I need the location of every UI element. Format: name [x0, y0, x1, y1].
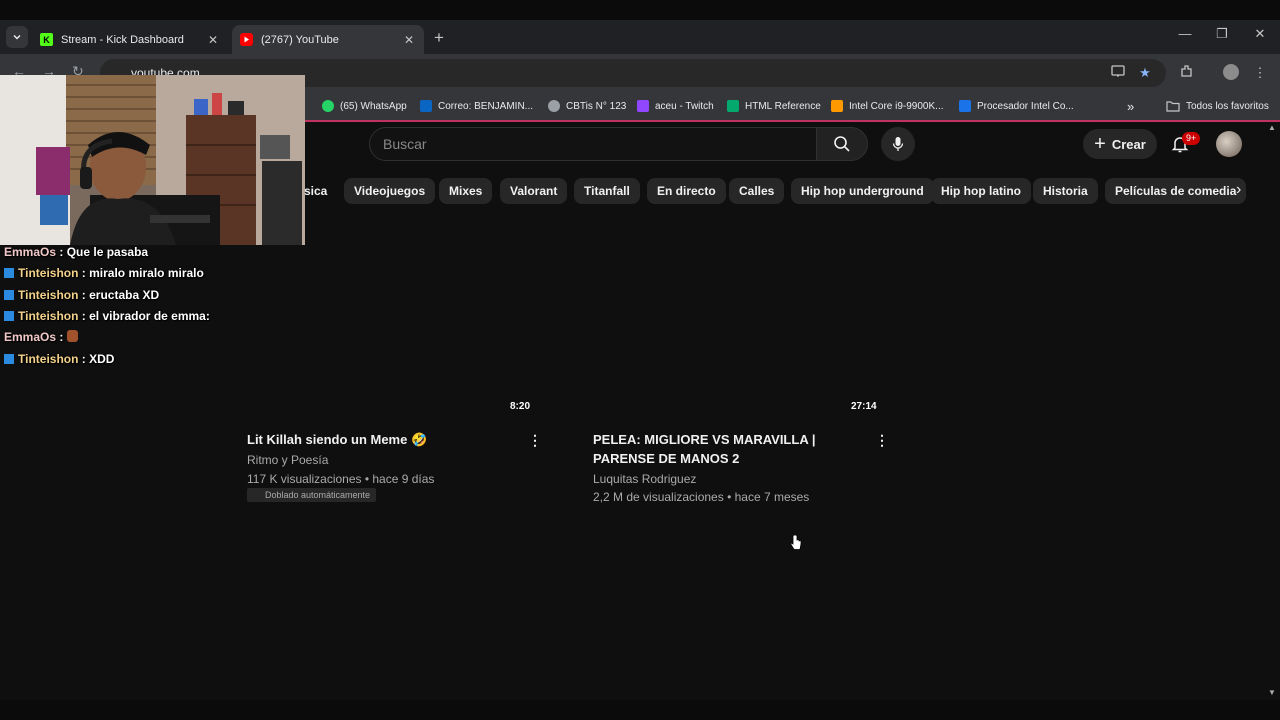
- scroll-up-arrow-icon[interactable]: ▲: [1268, 123, 1276, 132]
- chip-hip-hop-underground[interactable]: Hip hop underground: [791, 178, 934, 204]
- chat-username: Tinteishon: [18, 288, 79, 302]
- chevron-down-icon: [13, 34, 21, 40]
- search-icon: [834, 136, 850, 152]
- new-tab-button[interactable]: +: [434, 28, 444, 48]
- more-options-icon[interactable]: ⋮: [875, 432, 889, 449]
- chip-calles[interactable]: Calles: [729, 178, 785, 204]
- subscriber-badge-icon: [4, 354, 14, 364]
- search-input[interactable]: [369, 127, 817, 161]
- chat-message: EmmaOs :: [4, 330, 78, 344]
- more-options-icon[interactable]: ⋮: [528, 432, 542, 449]
- chat-username: EmmaOs: [4, 330, 57, 344]
- video-title-line[interactable]: PARENSE DE MANOS 2: [593, 449, 739, 468]
- notification-badge: 9+: [1182, 132, 1201, 145]
- scroll-down-arrow-icon[interactable]: ▼: [1268, 688, 1276, 697]
- tab-youtube[interactable]: (2767) YouTube ✕: [232, 25, 424, 54]
- whatsapp-icon: [322, 100, 334, 112]
- globe-icon: [548, 100, 560, 112]
- voice-search-button[interactable]: [881, 127, 915, 161]
- webcam-feed-image: [0, 75, 305, 245]
- outlook-icon: [420, 100, 432, 112]
- chip-mixes[interactable]: Mixes: [439, 178, 493, 204]
- bookmark-twitch[interactable]: aceu - Twitch: [637, 97, 714, 115]
- bookmark-procesador[interactable]: Procesador Intel Co...: [959, 97, 1074, 115]
- chat-text: XDD: [89, 352, 115, 366]
- video-duration: 8:20: [506, 398, 535, 415]
- close-window-button[interactable]: ✕: [1250, 26, 1270, 42]
- restore-button[interactable]: ❐: [1212, 26, 1232, 42]
- amazon-icon: [831, 100, 843, 112]
- chip-en-directo[interactable]: En directo: [647, 178, 726, 204]
- bookmark-whatsapp[interactable]: (65) WhatsApp: [322, 97, 407, 115]
- video-title[interactable]: Lit Killah siendo un Meme 🤣: [247, 430, 427, 449]
- chat-text: miralo miralo miralo: [89, 266, 204, 280]
- chat-text: el vibrador de emma:: [89, 309, 210, 323]
- subscriber-badge-icon: [4, 268, 14, 278]
- chat-username: Tinteishon: [18, 266, 79, 280]
- subscriber-badge-icon: [4, 290, 14, 300]
- bottom-bar: [0, 700, 1280, 720]
- screen: K Stream - Kick Dashboard ✕ (2767) YouTu…: [0, 0, 1280, 720]
- video-stats: 2,2 M de visualizaciones • hace 7 meses: [593, 490, 810, 504]
- youtube-icon: [240, 33, 253, 46]
- chat-message: Tinteishon : eructaba XD: [4, 288, 159, 302]
- twitch-icon: [637, 100, 649, 112]
- chevron-right-icon[interactable]: ›: [1236, 181, 1241, 199]
- chat-text: Que le pasaba: [66, 245, 149, 259]
- channel-name[interactable]: Ritmo y Poesía: [247, 453, 328, 467]
- document-icon: [959, 100, 971, 112]
- mouse-cursor-icon: [790, 535, 802, 550]
- chip-titanfall[interactable]: Titanfall: [574, 178, 640, 204]
- microphone-icon: [892, 137, 904, 151]
- all-bookmarks-folder[interactable]: Todos los favoritos: [1166, 97, 1269, 115]
- tab-kick-dashboard[interactable]: K Stream - Kick Dashboard ✕: [32, 25, 228, 54]
- chip-valorant[interactable]: Valorant: [500, 178, 568, 204]
- search-placeholder: Buscar: [383, 136, 427, 152]
- bookmark-cbtis[interactable]: CBTis N° 123: [548, 97, 626, 115]
- channel-name[interactable]: Luquitas Rodriguez: [593, 472, 696, 486]
- close-tab-icon[interactable]: ✕: [206, 33, 220, 47]
- folder-icon: [1166, 100, 1180, 112]
- emote-icon: [66, 330, 78, 342]
- top-bar: [0, 0, 1280, 20]
- video-stats: 117 K visualizaciones • hace 9 días: [247, 472, 435, 486]
- chat-message: EmmaOs : Que le pasaba: [4, 245, 149, 259]
- minimize-button[interactable]: —: [1175, 26, 1195, 41]
- profile-icon[interactable]: [1222, 64, 1240, 82]
- cast-icon[interactable]: [1109, 64, 1127, 82]
- bookmark-html-reference[interactable]: HTML Reference: [727, 97, 821, 115]
- more-bookmarks-button[interactable]: »: [1127, 97, 1134, 115]
- video-duration: 27:14: [847, 398, 881, 415]
- tab-search-button[interactable]: [6, 26, 28, 48]
- kick-icon: K: [40, 33, 53, 46]
- chip-peliculas-de-comedia[interactable]: Películas de comedia: [1105, 178, 1247, 204]
- bookmark-correo[interactable]: Correo: BENJAMIN...: [420, 97, 533, 115]
- chat-username: Tinteishon: [18, 352, 79, 366]
- account-avatar[interactable]: [1216, 131, 1242, 157]
- bookmark-star-icon[interactable]: ★: [1136, 64, 1154, 82]
- chip-historia[interactable]: Historia: [1033, 178, 1098, 204]
- chat-text: eructaba XD: [89, 288, 160, 302]
- extensions-icon[interactable]: [1178, 64, 1196, 82]
- tab-label: (2767) YouTube: [261, 33, 339, 46]
- tab-label: Stream - Kick Dashboard: [61, 33, 184, 46]
- webcam-overlay: [0, 75, 305, 245]
- chat-username: Tinteishon: [18, 309, 79, 323]
- chip-videojuegos[interactable]: Videojuegos: [344, 178, 436, 204]
- chat-message: Tinteishon : el vibrador de emma:: [4, 309, 210, 323]
- chat-message: Tinteishon : miralo miralo miralo: [4, 266, 204, 280]
- w3schools-icon: [727, 100, 739, 112]
- create-button[interactable]: + Crear: [1083, 129, 1157, 159]
- menu-kebab-icon[interactable]: ⋮: [1251, 64, 1269, 82]
- video-title-line[interactable]: PELEA: MIGLIORE VS MARAVILLA |: [593, 430, 815, 449]
- chip-hip-hop-latino[interactable]: Hip hop latino: [931, 178, 1031, 204]
- chat-message: Tinteishon : XDD: [4, 352, 114, 366]
- bookmark-intel-amazon[interactable]: Intel Core i9-9900K...: [831, 97, 944, 115]
- plus-icon: +: [1094, 133, 1106, 155]
- dubbed-badge: Doblado automáticamente: [247, 488, 377, 502]
- close-tab-icon[interactable]: ✕: [402, 33, 416, 47]
- chat-username: EmmaOs: [4, 245, 57, 259]
- search-button[interactable]: [816, 127, 868, 161]
- subscriber-badge-icon: [4, 311, 14, 321]
